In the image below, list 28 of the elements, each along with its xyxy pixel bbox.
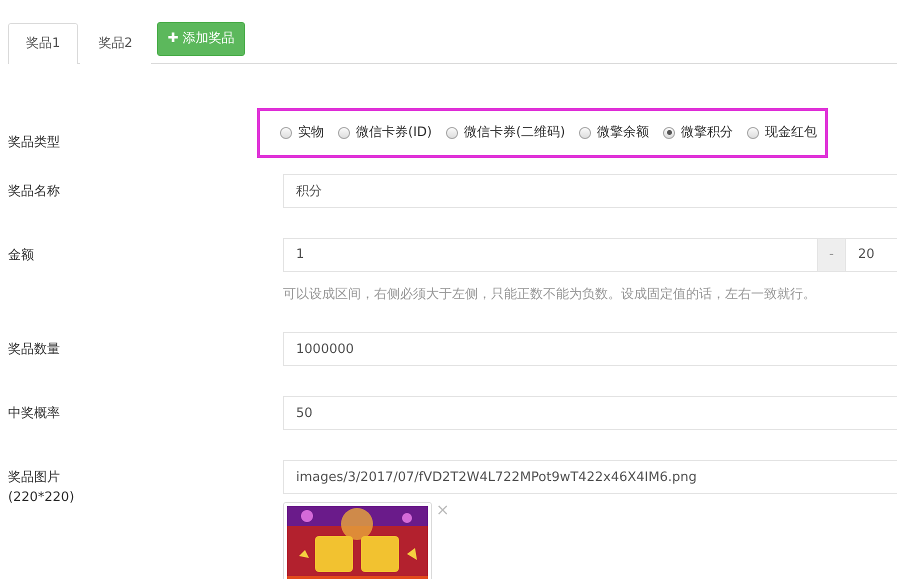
input-field[interactable]: 1000000 (283, 332, 897, 366)
size-note: (220*220) (8, 490, 74, 504)
radio-label[interactable]: 实物 (298, 123, 324, 142)
radio-label[interactable]: 微信卡券(二维码) (464, 123, 566, 142)
tab[interactable]: 奖品1 (8, 23, 78, 64)
input-field[interactable]: 积分 (283, 174, 897, 208)
radio-button[interactable] (747, 126, 760, 139)
radio-button[interactable] (338, 126, 350, 139)
field-label: 奖品数量 (8, 342, 60, 357)
radio-button[interactable] (579, 126, 592, 139)
radio-button[interactable] (663, 126, 676, 139)
field-label: 奖品名称 (8, 184, 60, 198)
radio-label[interactable]: 微信卡券(ID) (356, 123, 432, 142)
radio-button[interactable] (446, 126, 458, 139)
radio-label[interactable]: 微擎积分 (681, 123, 734, 142)
min-amount-field[interactable]: 1 (283, 238, 818, 272)
max-amount-field[interactable]: 20 (845, 238, 897, 272)
radio-label[interactable]: 微擎余额 (597, 123, 650, 142)
field-label: 中奖概率 (8, 406, 60, 421)
radio-label[interactable]: 现金红包 (765, 123, 818, 142)
field-label: 金额 (8, 248, 34, 262)
radio-button[interactable] (280, 126, 292, 139)
range-separator: - (818, 238, 845, 272)
field-label: 奖品图片 (8, 470, 60, 485)
image-path-field[interactable]: images/3/2017/07/fVD2T2W4L722MPot9wT422x46X4IM6.png (283, 460, 897, 494)
field-label: 奖品类型 (8, 135, 60, 150)
help-text: 可以设成区间，右侧必须大于左侧，只能正数不能为负数。设成固定值的话，左右一致就行。 (283, 286, 817, 304)
input-field[interactable]: 50 (283, 396, 897, 430)
